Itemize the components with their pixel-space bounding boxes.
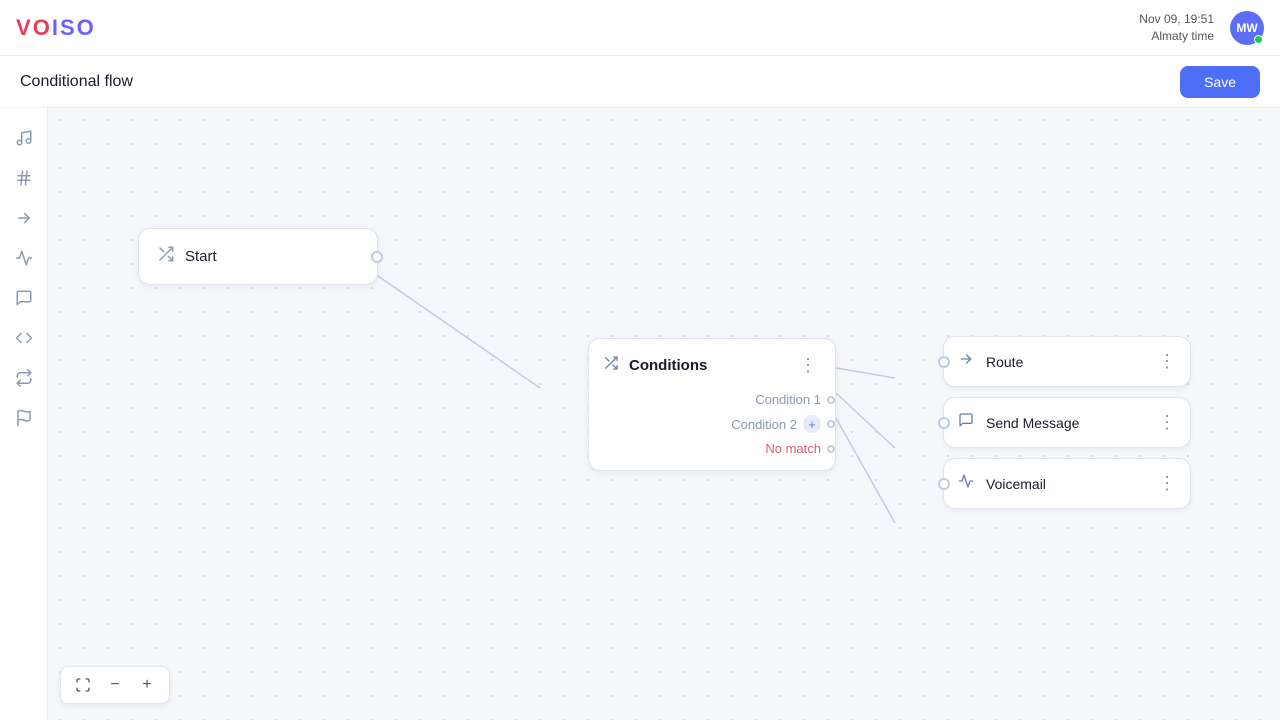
voicemail-label: Voicemail (986, 476, 1146, 492)
fit-icon (75, 677, 91, 693)
fit-to-screen-button[interactable] (69, 671, 97, 699)
voicemail-icon (15, 249, 33, 267)
conditions-node-header: Conditions ⋮ (589, 339, 835, 388)
sidebar-item-hash[interactable] (6, 160, 42, 196)
flag-icon (15, 409, 33, 427)
start-node-connector-right (371, 251, 383, 263)
no-match-label: No match (765, 441, 821, 456)
start-node[interactable]: Start (138, 228, 378, 285)
send-message-connector-left (938, 417, 950, 429)
route-connector-left (938, 356, 950, 368)
condition1-connector (827, 396, 835, 404)
avatar-status-dot (1254, 35, 1263, 44)
subheader: Conditional flow Save (0, 56, 1280, 108)
transfer-icon (15, 369, 33, 387)
route-node-icon (958, 351, 974, 372)
main-layout: Start Conditions ⋮ Condition 1 (0, 108, 1280, 720)
logo-s: S (60, 15, 77, 40)
save-button[interactable]: Save (1180, 66, 1260, 98)
sidebar-item-transfer[interactable] (6, 360, 42, 396)
music-icon (15, 129, 33, 147)
avatar-initials: MW (1236, 21, 1257, 35)
timezone: Almaty time (1139, 28, 1214, 45)
canvas[interactable]: Start Conditions ⋮ Condition 1 (48, 108, 1280, 720)
header: VOISO Nov 09, 19:51 Almaty time MW (0, 0, 1280, 56)
send-message-menu-button[interactable]: ⋮ (1158, 412, 1176, 433)
message-icon (15, 289, 33, 307)
logo: VOISO (16, 15, 96, 41)
voicemail-node[interactable]: Voicemail ⋮ (943, 458, 1191, 509)
send-message-svg-icon (958, 412, 974, 428)
sidebar-item-music[interactable] (6, 120, 42, 156)
route-node-label: Route (986, 354, 1146, 370)
hash-icon (15, 169, 33, 187)
sidebar-item-flag[interactable] (6, 400, 42, 436)
datetime-value: Nov 09, 19:51 (1139, 11, 1214, 28)
zoom-out-button[interactable]: − (101, 671, 129, 699)
sidebar (0, 108, 48, 720)
conditions-title: Conditions (629, 357, 785, 374)
datetime: Nov 09, 19:51 Almaty time (1139, 11, 1214, 45)
header-right: Nov 09, 19:51 Almaty time MW (1139, 11, 1264, 45)
route-node[interactable]: Route ⋮ (943, 336, 1191, 387)
conditions-svg-icon (603, 355, 619, 371)
condition-add-button[interactable]: + (803, 415, 821, 433)
send-message-node[interactable]: Send Message ⋮ (943, 397, 1191, 448)
logo-v: V (16, 15, 33, 40)
send-message-label: Send Message (986, 415, 1146, 431)
condition-row-1: Condition 1 (603, 392, 821, 407)
right-nodes: Route ⋮ Send Message ⋮ (943, 336, 1191, 509)
route-menu-button[interactable]: ⋮ (1158, 351, 1176, 372)
voicemail-node-icon (958, 473, 974, 494)
condition2-connector (827, 420, 835, 428)
logo-o: O (33, 15, 52, 40)
route-svg-icon (958, 351, 974, 367)
conditions-icon (603, 355, 619, 376)
conditions-body: Condition 1 Condition 2 + No match (589, 388, 835, 470)
condition2-label: Condition 2 (731, 417, 797, 432)
send-message-node-icon (958, 412, 974, 433)
condition-row-no-match: No match (603, 441, 821, 456)
code-icon (15, 329, 33, 347)
condition-row-2: Condition 2 + (603, 415, 821, 433)
route-icon (15, 209, 33, 227)
sidebar-item-route[interactable] (6, 200, 42, 236)
zoom-controls: − + (60, 666, 170, 704)
sidebar-item-message[interactable] (6, 280, 42, 316)
page-title: Conditional flow (20, 73, 133, 91)
voicemail-connector-left (938, 478, 950, 490)
sidebar-item-code[interactable] (6, 320, 42, 356)
zoom-in-button[interactable]: + (133, 671, 161, 699)
avatar[interactable]: MW (1230, 11, 1264, 45)
condition1-label: Condition 1 (755, 392, 821, 407)
voicemail-svg-icon (958, 473, 974, 489)
sidebar-item-voicemail[interactable] (6, 240, 42, 276)
start-node-label: Start (185, 248, 217, 265)
logo-o2: O (77, 15, 96, 40)
shuffle-icon (157, 245, 175, 263)
logo-i: I (52, 15, 60, 40)
conditions-node[interactable]: Conditions ⋮ Condition 1 Condition 2 + N… (588, 338, 836, 471)
no-match-connector (827, 445, 835, 453)
voicemail-menu-button[interactable]: ⋮ (1158, 473, 1176, 494)
conditions-menu-button[interactable]: ⋮ (795, 353, 821, 378)
start-node-icon (157, 245, 175, 268)
